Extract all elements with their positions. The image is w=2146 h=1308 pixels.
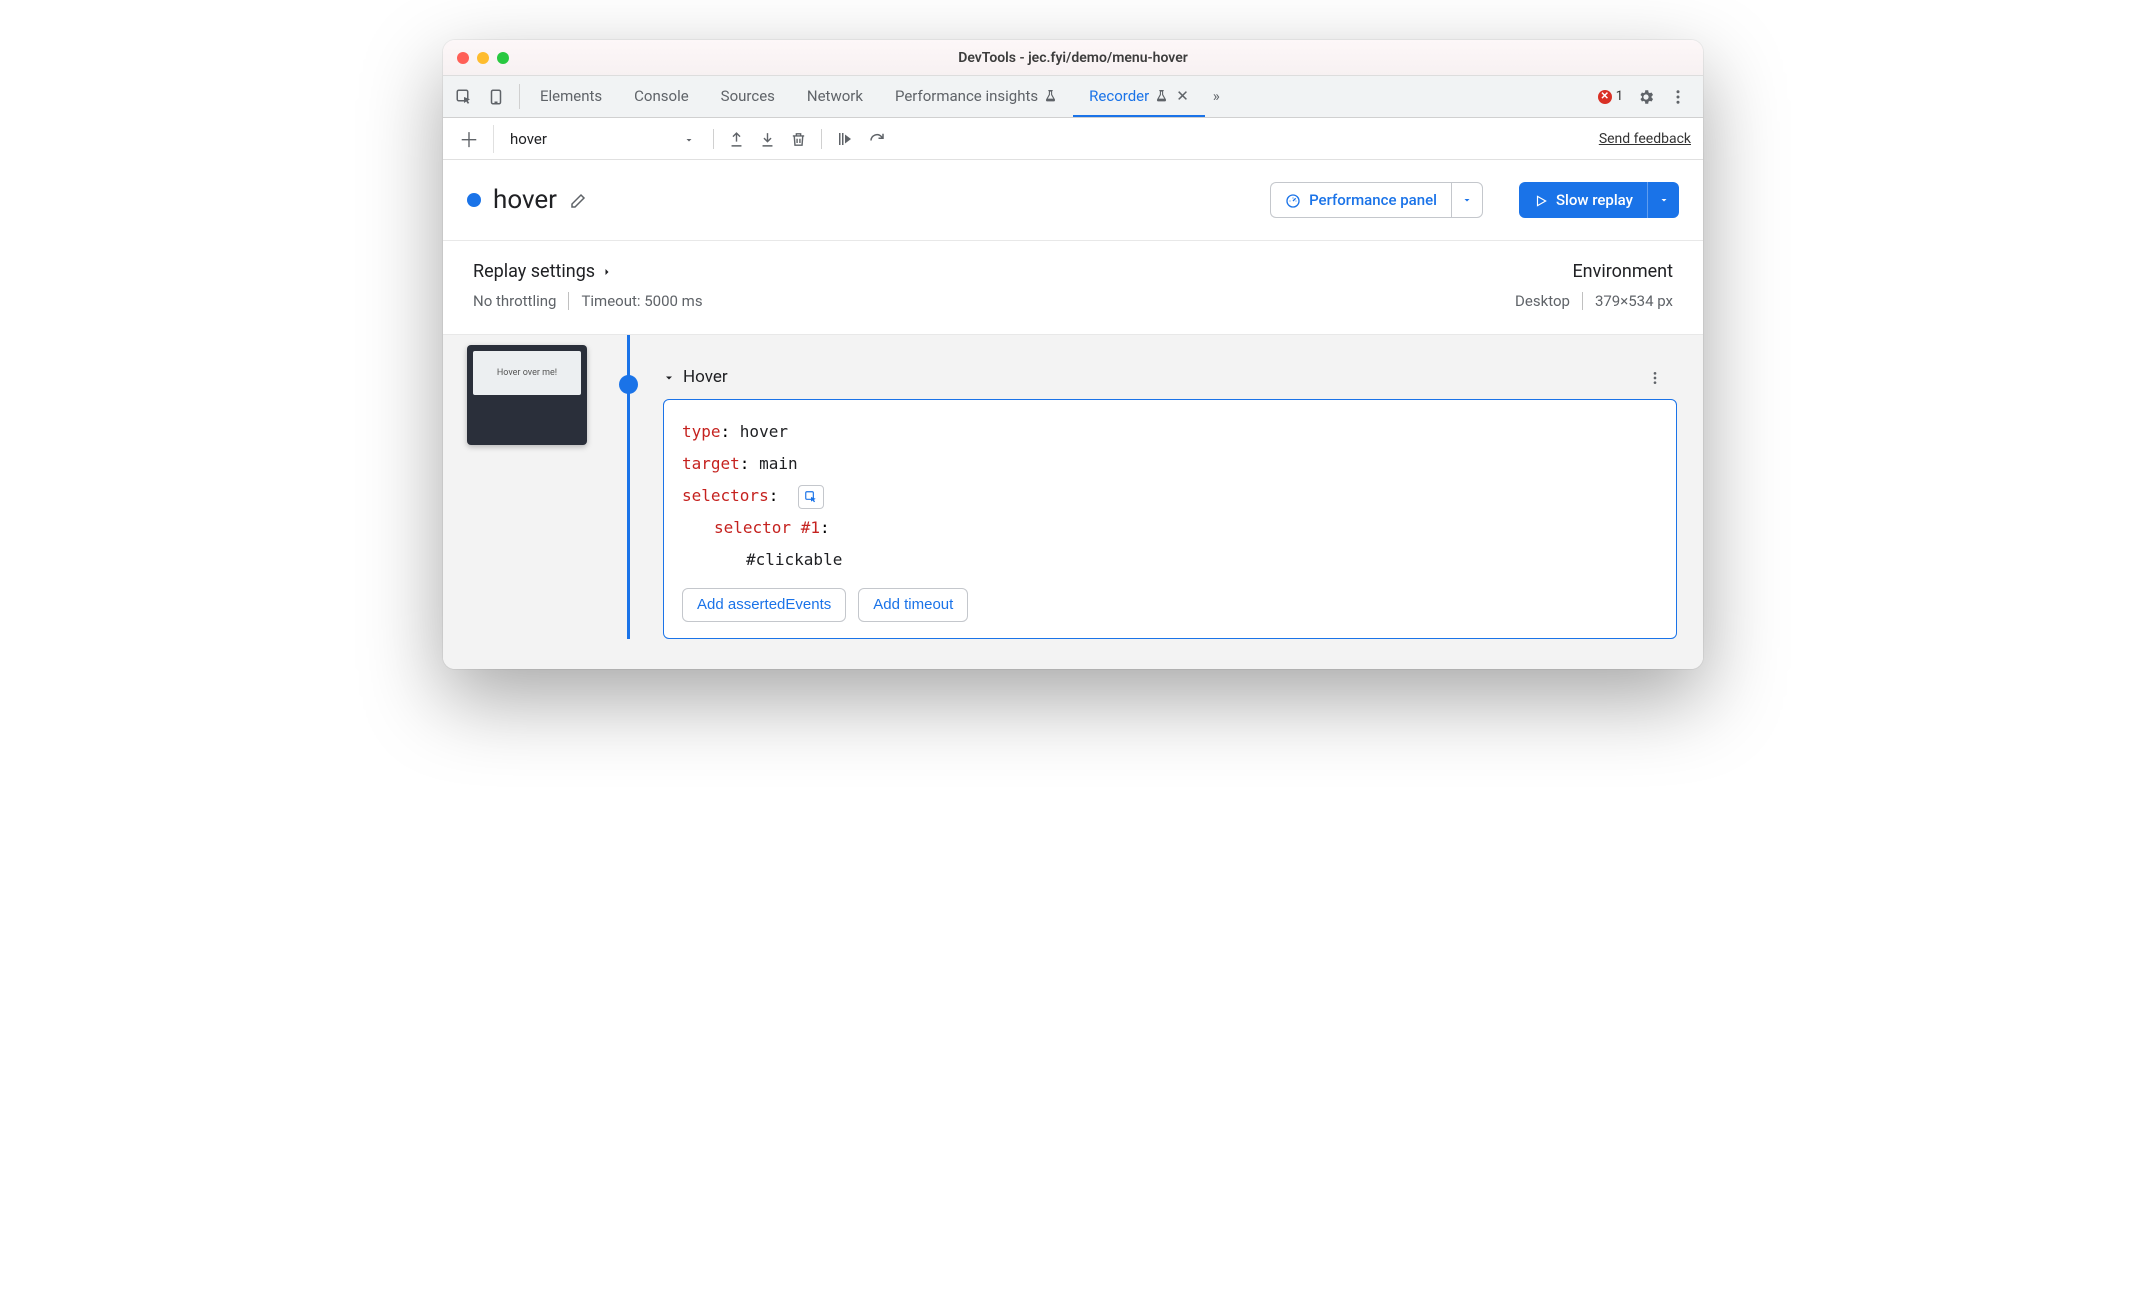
- redo-icon[interactable]: [868, 129, 886, 149]
- edit-title-icon[interactable]: [569, 190, 587, 210]
- settings-gear-icon[interactable]: [1637, 87, 1655, 107]
- separator: [568, 292, 569, 310]
- error-count: 1: [1616, 89, 1623, 104]
- recording-select[interactable]: hover: [493, 125, 703, 153]
- import-icon[interactable]: [759, 129, 776, 148]
- recording-header: hover Performance panel Slow replay: [443, 160, 1703, 241]
- add-timeout-button[interactable]: Add timeout: [858, 588, 968, 622]
- chevron-right-icon: [601, 261, 613, 282]
- prop-selector-1[interactable]: selector #1:: [682, 512, 1658, 544]
- pick-selector-icon[interactable]: [798, 485, 824, 509]
- replay-caret[interactable]: [1647, 182, 1679, 218]
- error-icon: ✕: [1598, 90, 1612, 104]
- collapse-icon: [663, 367, 675, 387]
- heading-label: Replay settings: [473, 261, 595, 282]
- overflow-icon: »: [1213, 87, 1220, 105]
- separator: [821, 129, 822, 149]
- step-details-panel: type: hover target: main selectors: sele…: [663, 399, 1677, 639]
- timeout-value: Timeout: 5000 ms: [581, 292, 702, 310]
- separator: [713, 129, 714, 149]
- environment-heading: Environment: [1572, 261, 1673, 282]
- tab-label: Performance insights: [895, 87, 1038, 105]
- device-toggle-icon[interactable]: [487, 88, 505, 106]
- export-icon[interactable]: [728, 129, 745, 148]
- tab-console[interactable]: Console: [618, 76, 705, 117]
- performance-panel-button[interactable]: Performance panel: [1270, 182, 1451, 218]
- recorder-toolbar: ＋ hover Send feedback: [443, 118, 1703, 160]
- thumbnail-content: Hover over me!: [473, 351, 581, 395]
- tab-performance-insights[interactable]: Performance insights: [879, 76, 1073, 117]
- step-header[interactable]: Hover: [663, 367, 728, 387]
- devtools-window: DevTools - jec.fyi/demo/menu-hover Eleme…: [443, 40, 1703, 669]
- step-through-icon[interactable]: [836, 129, 854, 149]
- button-label: Performance panel: [1309, 191, 1437, 209]
- tab-recorder[interactable]: Recorder ✕: [1073, 76, 1205, 117]
- recording-name: hover: [510, 130, 547, 148]
- flask-icon: [1044, 87, 1057, 105]
- timeline-area: Hover over me! Hover type: hover: [443, 335, 1703, 669]
- delete-icon[interactable]: [790, 129, 807, 148]
- replay-settings-row: Replay settings No throttling Timeout: 5…: [443, 241, 1703, 335]
- close-tab-icon[interactable]: ✕: [1176, 87, 1189, 105]
- replay-split-button: Slow replay: [1519, 182, 1679, 218]
- window-titlebar: DevTools - jec.fyi/demo/menu-hover: [443, 40, 1703, 76]
- prop-target[interactable]: target: main: [682, 448, 1658, 480]
- separator: [519, 84, 520, 109]
- devtools-tabbar: Elements Console Sources Network Perform…: [443, 76, 1703, 118]
- performance-panel-caret[interactable]: [1451, 182, 1483, 218]
- prop-selector-1-value[interactable]: #clickable: [682, 544, 1658, 576]
- tabs-overflow-button[interactable]: »: [1205, 76, 1228, 117]
- replay-settings-heading[interactable]: Replay settings: [473, 261, 703, 282]
- inspect-element-icon[interactable]: [455, 88, 473, 106]
- new-recording-button[interactable]: ＋: [455, 124, 483, 153]
- tab-sources[interactable]: Sources: [705, 76, 791, 117]
- chevron-down-icon: [683, 130, 695, 148]
- prop-type[interactable]: type: hover: [682, 416, 1658, 448]
- flask-icon: [1155, 87, 1168, 105]
- throttling-value: No throttling: [473, 292, 556, 310]
- tab-elements[interactable]: Elements: [524, 76, 618, 117]
- performance-panel-split-button: Performance panel: [1270, 182, 1483, 218]
- step-more-icon[interactable]: [1647, 368, 1671, 387]
- prop-selectors[interactable]: selectors:: [682, 480, 1658, 512]
- timeline-step-dot[interactable]: [619, 375, 638, 394]
- slow-replay-button[interactable]: Slow replay: [1519, 182, 1647, 218]
- button-label: Slow replay: [1556, 191, 1633, 209]
- tab-label: Network: [807, 87, 863, 105]
- play-icon: [1534, 191, 1548, 209]
- dimensions-value: 379×534 px: [1595, 292, 1673, 310]
- step-title-label: Hover: [683, 367, 728, 387]
- send-feedback-link[interactable]: Send feedback: [1599, 131, 1691, 147]
- tab-label: Console: [634, 87, 689, 105]
- recording-status-dot: [467, 193, 481, 207]
- device-value: Desktop: [1515, 292, 1570, 310]
- add-asserted-events-button[interactable]: Add assertedEvents: [682, 588, 846, 622]
- tab-label: Recorder: [1089, 87, 1149, 105]
- recording-title: hover: [493, 185, 557, 215]
- tab-label: Sources: [721, 87, 775, 105]
- more-menu-icon[interactable]: [1669, 87, 1687, 107]
- error-count-badge[interactable]: ✕ 1: [1598, 89, 1623, 104]
- separator: [1582, 292, 1583, 310]
- tab-label: Elements: [540, 87, 602, 105]
- gauge-icon: [1285, 191, 1301, 209]
- step-thumbnail[interactable]: Hover over me!: [467, 345, 587, 445]
- window-title: DevTools - jec.fyi/demo/menu-hover: [443, 50, 1703, 66]
- tab-network[interactable]: Network: [791, 76, 879, 117]
